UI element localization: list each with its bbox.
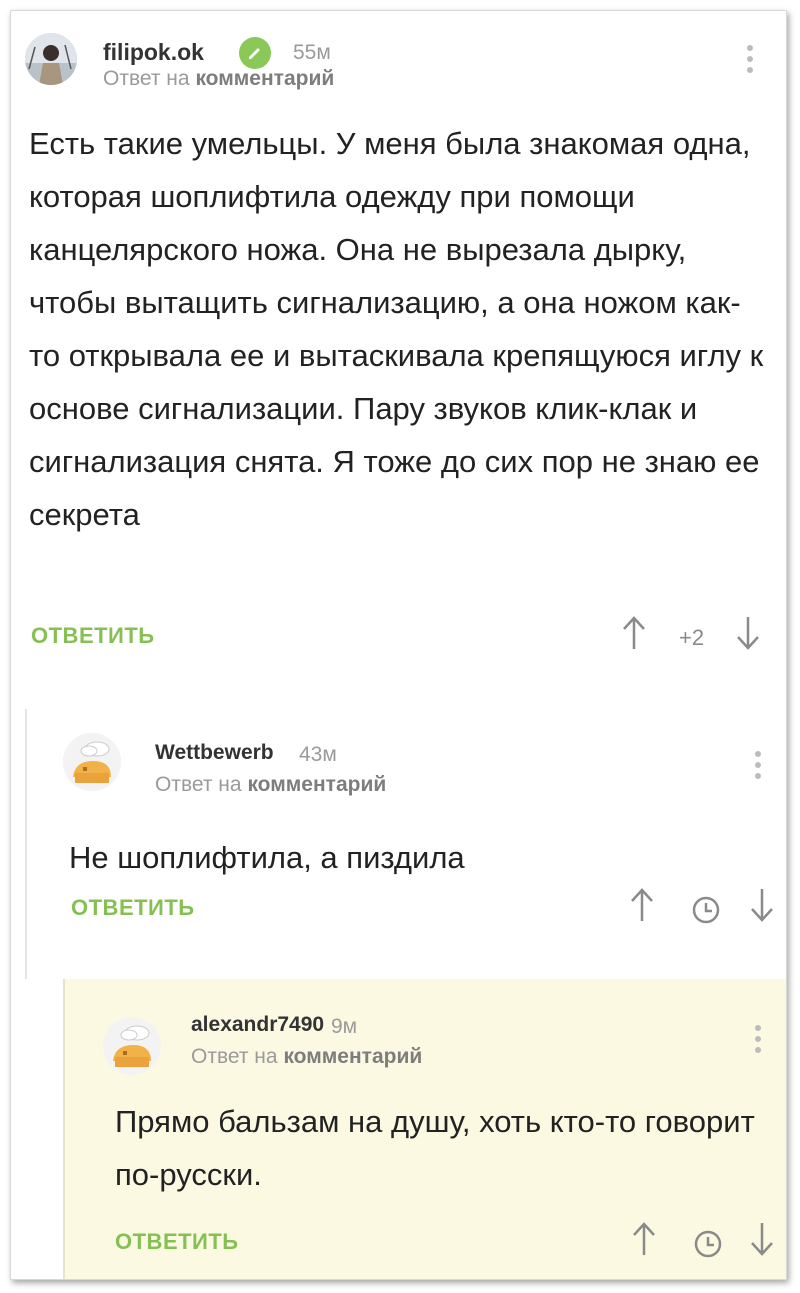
reply-prefix: Ответ на xyxy=(155,773,242,796)
downvote-icon[interactable] xyxy=(749,887,775,928)
comment: alexandr7490 9м Ответ на комментарий Пря… xyxy=(63,979,786,1279)
more-icon[interactable] xyxy=(755,751,763,784)
reply-target[interactable]: комментарий xyxy=(247,773,386,796)
comment: Wettbewerb 43м Ответ на комментарий Не ш… xyxy=(25,709,786,979)
upvote-icon[interactable] xyxy=(631,1221,657,1262)
comment-text: Не шоплифтила, а пиздила xyxy=(69,840,465,875)
username[interactable]: filipok.ok xyxy=(103,39,204,66)
reply-to-link[interactable]: Ответ на комментарий xyxy=(155,773,386,797)
reply-button[interactable]: ОТВЕТИТЬ xyxy=(71,895,195,921)
downvote-icon[interactable] xyxy=(735,615,761,656)
comment-time[interactable]: 55м xyxy=(293,41,331,65)
clock-icon xyxy=(691,895,721,930)
comment-text: Есть такие умельцы. У меня была знакомая… xyxy=(29,126,764,532)
more-icon[interactable] xyxy=(755,1025,763,1058)
reply-target[interactable]: комментарий xyxy=(283,1045,422,1068)
comment-time[interactable]: 43м xyxy=(299,743,337,767)
comment: filipok.ok 55м Ответ на комментарий Есть… xyxy=(11,11,786,671)
reply-prefix: Ответ на xyxy=(191,1045,278,1068)
verified-icon xyxy=(239,37,271,69)
comment-thread: filipok.ok 55м Ответ на комментарий Есть… xyxy=(10,10,787,1280)
downvote-icon[interactable] xyxy=(749,1221,775,1262)
avatar[interactable] xyxy=(25,33,77,85)
avatar[interactable] xyxy=(63,733,121,791)
reply-target[interactable]: комментарий xyxy=(195,67,334,90)
upvote-icon[interactable] xyxy=(621,615,647,656)
reply-to-link[interactable]: Ответ на комментарий xyxy=(191,1045,422,1069)
username[interactable]: Wettbewerb xyxy=(155,741,274,765)
reply-button[interactable]: ОТВЕТИТЬ xyxy=(115,1229,239,1255)
rating: +2 xyxy=(679,625,705,650)
avatar[interactable] xyxy=(103,1017,161,1075)
reply-prefix: Ответ на xyxy=(103,67,190,90)
more-icon[interactable] xyxy=(747,45,755,78)
reply-button[interactable]: ОТВЕТИТЬ xyxy=(31,623,155,649)
upvote-icon[interactable] xyxy=(629,887,655,928)
reply-to-link[interactable]: Ответ на комментарий xyxy=(103,67,334,91)
username[interactable]: alexandr7490 xyxy=(191,1013,324,1037)
comment-time[interactable]: 9м xyxy=(331,1015,357,1039)
comment-text: Прямо бальзам на душу, хоть кто-то говор… xyxy=(115,1104,755,1192)
clock-icon xyxy=(693,1229,723,1264)
